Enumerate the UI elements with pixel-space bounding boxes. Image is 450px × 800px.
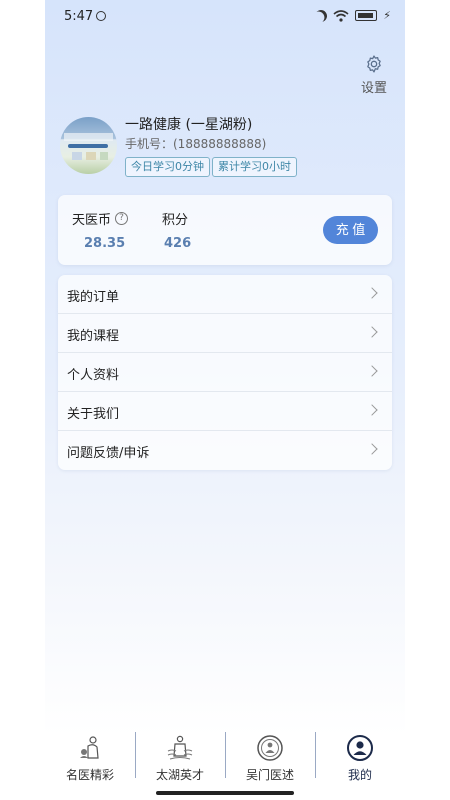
menu-item-label: 关于我们 [67, 407, 120, 422]
tab-label: 我的 [347, 768, 372, 782]
menu-item-profile[interactable]: 个人资料 [58, 353, 392, 392]
wallet-card: 天医币 ? 28.35 积分 426 充 值 [58, 195, 392, 265]
tab-label: 吴门医述 [245, 768, 294, 782]
menu-item-orders[interactable]: 我的订单 [58, 275, 392, 314]
status-icons: ⚡ [315, 9, 391, 22]
home-indicator[interactable] [156, 791, 294, 795]
menu-item-feedback[interactable]: 问题反馈/申诉 [58, 431, 392, 470]
notification-icon [96, 11, 106, 21]
tab-wumen-medicine[interactable]: 吴门医述 [225, 726, 315, 788]
tab-label: 太湖英才 [155, 768, 204, 782]
battery-icon [355, 10, 378, 21]
status-time: 5:47 [64, 9, 94, 24]
menu-item-label: 个人资料 [67, 368, 120, 383]
gear-icon [367, 55, 381, 73]
chevron-right-icon [366, 287, 378, 299]
study-total-badge: 累计学习0小时 [212, 157, 297, 177]
bottom-nav: 名医精彩 太湖英才 吴门医述 我的 [45, 726, 405, 788]
tab-taihu-talents[interactable]: 太湖英才 [135, 726, 225, 788]
user-phone: 手机号：(18888888888) [125, 137, 267, 151]
menu-item-courses[interactable]: 我的课程 [58, 314, 392, 353]
chevron-right-icon [366, 326, 378, 338]
status-bar: 5:47 ⚡ [45, 0, 405, 32]
points-label: 积分 [162, 213, 189, 228]
tab-mine[interactable]: 我的 [315, 726, 405, 788]
app-screen: 5:47 ⚡ 设置 一路健康 (一星湖粉) 手机号：(18888888888) … [45, 0, 405, 800]
recharge-button[interactable]: 充 值 [323, 216, 378, 244]
scholar-figure-icon [167, 735, 193, 760]
question-circle-icon[interactable]: ? [115, 212, 129, 225]
charging-icon: ⚡ [383, 9, 391, 22]
user-name: 一路健康 (一星湖粉) [125, 117, 253, 133]
menu-item-label: 问题反馈/申诉 [67, 446, 150, 461]
settings-button[interactable]: 设置 [357, 54, 391, 96]
doctor-figure-icon [80, 736, 99, 759]
coin-label-group: 天医币 ? [72, 209, 129, 228]
chevron-right-icon [366, 365, 378, 377]
tab-label: 名医精彩 [65, 768, 114, 782]
menu-item-label: 我的课程 [67, 329, 120, 344]
menu-item-about[interactable]: 关于我们 [58, 392, 392, 431]
settings-label: 设置 [360, 81, 387, 96]
points-value: 426 [164, 236, 192, 251]
chevron-right-icon [366, 404, 378, 416]
tab-famous-doctors[interactable]: 名医精彩 [45, 726, 135, 788]
coin-value: 28.35 [84, 236, 126, 251]
wifi-icon [333, 9, 349, 22]
study-today-badge: 今日学习0分钟 [125, 157, 210, 177]
seal-medallion-icon [257, 735, 283, 761]
avatar[interactable] [60, 117, 117, 174]
menu-list: 我的订单 我的课程 个人资料 关于我们 问题反馈/申诉 [58, 275, 392, 470]
menu-item-label: 我的订单 [67, 290, 120, 305]
chevron-right-icon [366, 443, 378, 455]
coin-label: 天医币 [72, 213, 112, 228]
user-circle-icon [347, 735, 373, 761]
do-not-disturb-icon [313, 7, 329, 23]
